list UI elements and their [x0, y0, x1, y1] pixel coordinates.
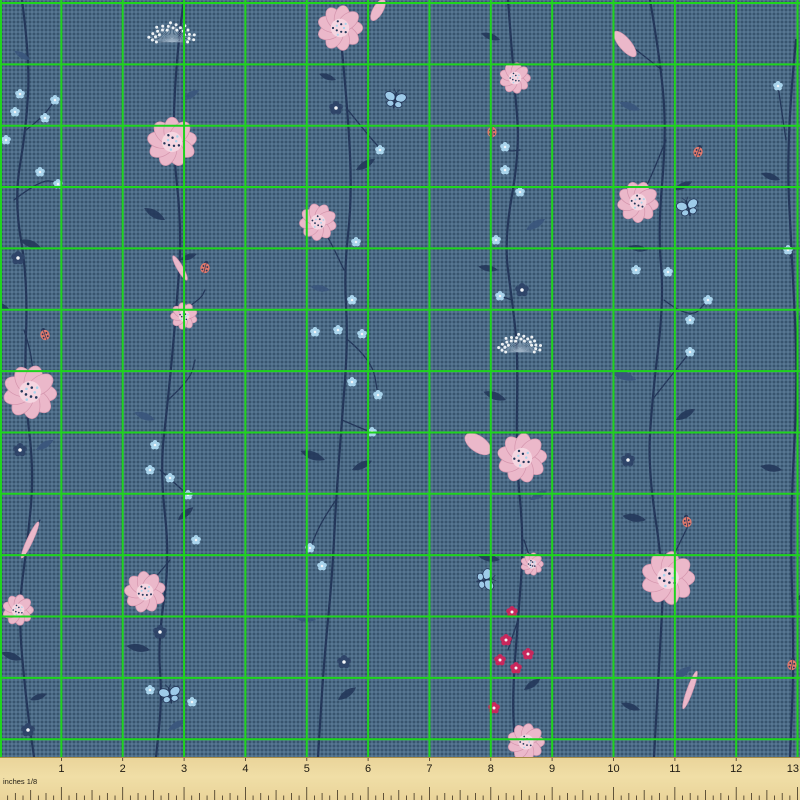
measurement-grid	[0, 0, 800, 757]
ruler-scale: inches 1/8 1 2 3 4 5 6 7 8 9 10 11 12 13	[3, 758, 799, 800]
ruler-ticks	[7, 787, 798, 800]
ruler-number: 9	[549, 763, 555, 775]
ruler-number: 3	[181, 763, 187, 775]
ruler-number: 7	[426, 763, 432, 775]
ruler: inches 1/8 1 2 3 4 5 6 7 8 9 10 11 12 13	[0, 757, 800, 800]
ruler-number: 4	[242, 763, 248, 775]
ruler-number: 13	[787, 763, 799, 775]
fabric-swatch: inches 1/8 1 2 3 4 5 6 7 8 9 10 11 12 13	[0, 0, 800, 800]
ruler-unit-label: inches 1/8	[3, 777, 37, 786]
ruler-number: 5	[304, 763, 310, 775]
ruler-number: 12	[730, 763, 742, 775]
ruler-number: 11	[669, 763, 680, 775]
ruler-number: 2	[120, 763, 126, 775]
ruler-number: 10	[607, 763, 619, 775]
ruler-number: 8	[488, 763, 494, 775]
ruler-number: 1	[58, 763, 64, 775]
ruler-number: 6	[365, 763, 371, 775]
